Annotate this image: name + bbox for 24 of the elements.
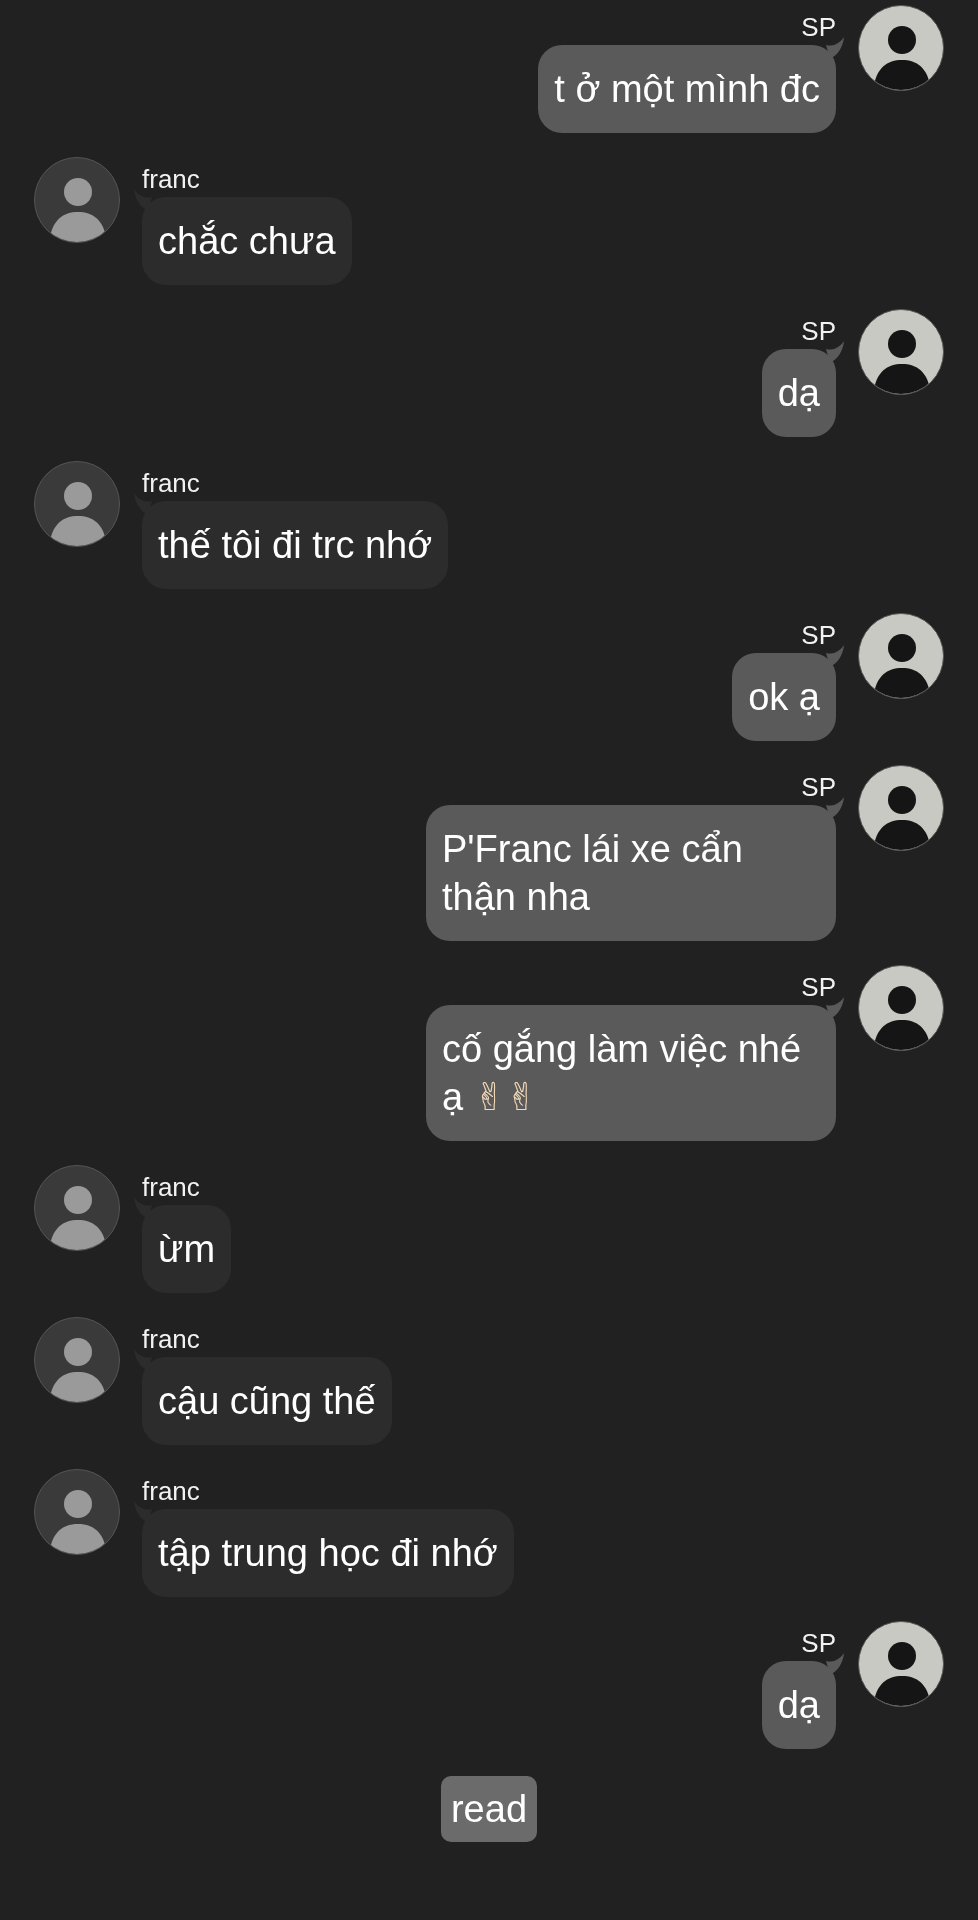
sender-name: franc <box>142 1323 200 1355</box>
sender-name: franc <box>142 467 200 499</box>
sender-name: franc <box>142 1171 200 1203</box>
message-bubble: dạ <box>761 1661 836 1749</box>
sender-name: SP <box>801 1627 836 1659</box>
message-bubble: cố gắng làm việc nhé ạ ✌✌ <box>426 1005 836 1141</box>
message-bubble: t ở một mình đc <box>538 45 836 133</box>
read-receipt: read <box>440 1776 538 1842</box>
message-bubble: cậu cũng thế <box>142 1357 392 1445</box>
message-bubble: dạ <box>761 349 836 437</box>
sender-name: SP <box>801 771 836 803</box>
message-bubble: chắc chưa <box>142 197 352 285</box>
message-bubble: P'Franc lái xe cẩn thận nha <box>426 805 836 941</box>
sender-name: SP <box>801 315 836 347</box>
message-bubble: ok ạ <box>732 653 836 741</box>
message-bubble: ừm <box>142 1205 232 1293</box>
message-bubble: thế tôi đi trc nhớ <box>142 501 449 589</box>
message-bubble: tập trung học đi nhớ <box>142 1509 514 1597</box>
sender-name: franc <box>142 163 200 195</box>
sender-name: SP <box>801 11 836 43</box>
emoji: ✌✌ <box>473 1075 538 1119</box>
sender-name: SP <box>801 971 836 1003</box>
sender-name: franc <box>142 1475 200 1507</box>
sender-name: SP <box>801 619 836 651</box>
